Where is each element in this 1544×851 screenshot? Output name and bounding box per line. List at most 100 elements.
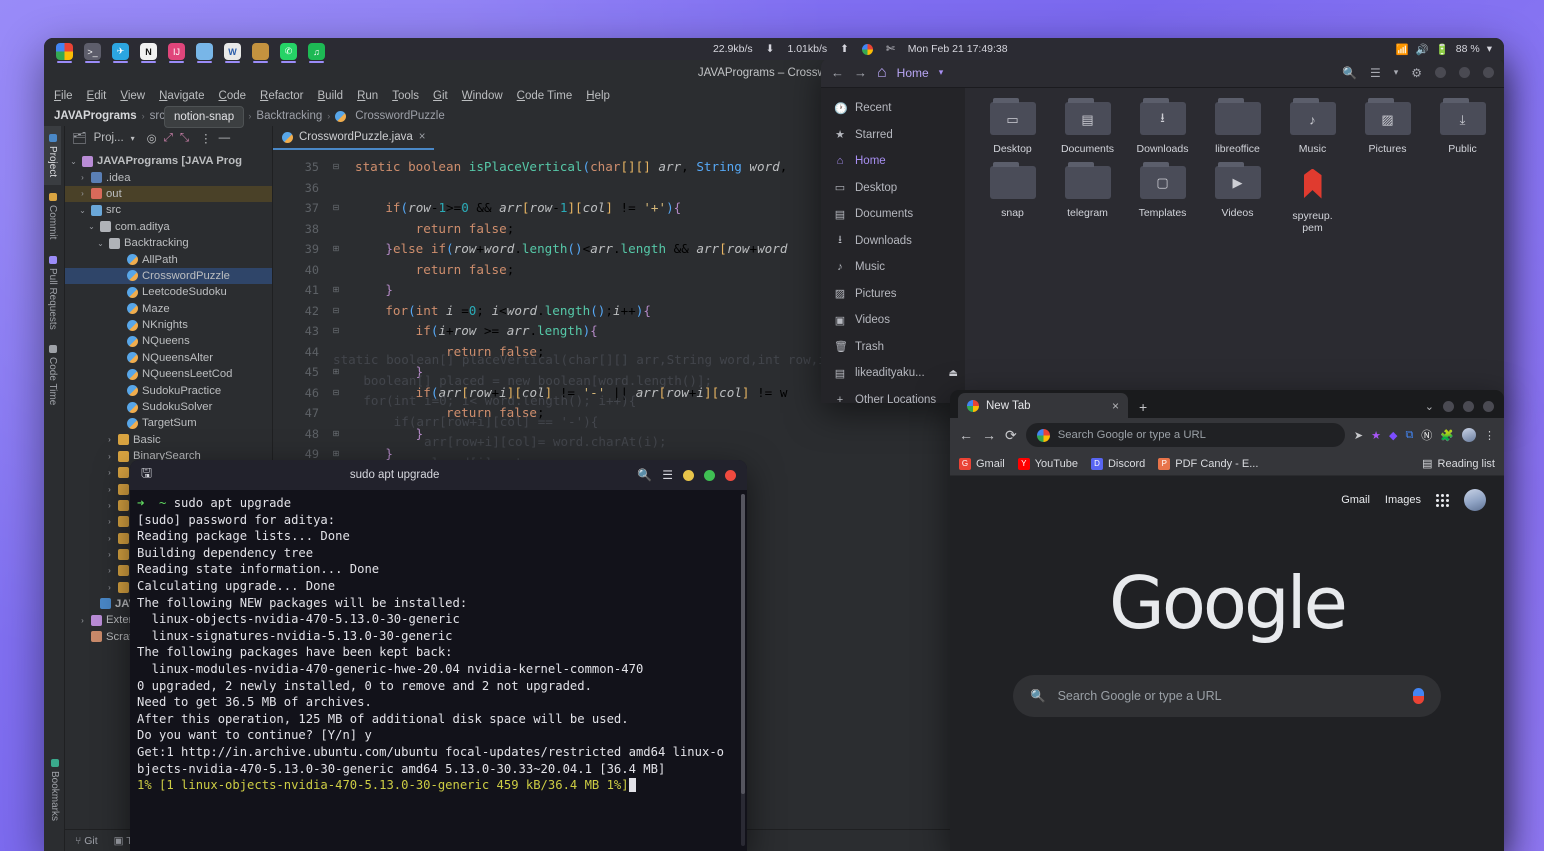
chevron-right-icon[interactable]: › [105, 485, 114, 494]
breadcrumb-item-backtracking[interactable]: Backtracking [256, 110, 322, 122]
fold-toggle-icon[interactable]: ⊞ [325, 280, 347, 301]
forward-icon[interactable]: → [982, 427, 996, 443]
sidebar-item-videos[interactable]: ▣Videos [821, 307, 965, 334]
save-icon[interactable]: 🖫 [141, 464, 152, 486]
bookmark-gmail[interactable]: GGmail [959, 458, 1005, 470]
battery-icon[interactable]: 🔋 [1436, 43, 1449, 56]
microphone-icon[interactable] [1413, 688, 1424, 704]
search-icon[interactable]: 🔍 [637, 468, 652, 482]
apps-grid-icon[interactable] [1436, 494, 1449, 507]
tree-item[interactable]: Maze [65, 301, 272, 317]
chevron-down-icon[interactable]: ▾ [939, 67, 944, 78]
chrome-icon[interactable] [56, 43, 73, 60]
search-icon[interactable]: 🔍 [1342, 66, 1357, 80]
wifi-icon[interactable]: 📶 [1396, 43, 1409, 56]
sidebar-item-recent[interactable]: 🕐Recent [821, 95, 965, 122]
github-desktop-icon[interactable] [252, 43, 269, 60]
reading-list-button[interactable]: ▤Reading list [1422, 457, 1495, 470]
tree-item[interactable]: AllPath [65, 251, 272, 267]
chevron-right-icon[interactable]: › [105, 435, 114, 444]
bookmarks-bar[interactable]: GGmailYYouTubeDDiscordPPDF Candy - E...▤… [950, 452, 1504, 476]
left-tool-strip[interactable]: ProjectCommitPull RequestsCode TimeBookm… [44, 126, 65, 851]
extension-translate-icon[interactable]: ⧉ [1405, 429, 1413, 442]
tab-crosswordpuzzle[interactable]: CrosswordPuzzle.java × [273, 126, 434, 150]
scissors-icon[interactable]: ✄ [886, 43, 895, 55]
minimize-button[interactable] [683, 470, 694, 481]
terminal-scrollbar[interactable] [741, 494, 745, 846]
preferences-icon[interactable]: ☰ [662, 468, 673, 482]
chevron-down-icon[interactable]: ▾ [1487, 43, 1492, 55]
sidebar-item-trash[interactable]: 🗑Trash [821, 334, 965, 361]
tree-item[interactable]: ›.idea [65, 169, 272, 185]
share-icon[interactable]: ➤ [1354, 429, 1363, 442]
sidebar-item-pictures[interactable]: ▨Pictures [821, 281, 965, 308]
close-button[interactable] [1483, 401, 1494, 412]
close-icon[interactable]: × [419, 131, 426, 143]
path-label[interactable]: Home [897, 66, 929, 80]
menu-navigate[interactable]: Navigate [159, 90, 204, 102]
reload-icon[interactable]: ⟳ [1005, 427, 1017, 444]
home-icon[interactable]: ⌂ [877, 64, 887, 82]
bookmark-star-icon[interactable]: ★ [1371, 429, 1381, 442]
expand-icon[interactable]: ⤢ [164, 132, 173, 145]
maximize-button[interactable] [1463, 401, 1474, 412]
tree-item[interactable]: SudokuPractice [65, 382, 272, 398]
menu-run[interactable]: Run [357, 90, 378, 102]
chevron-right-icon[interactable]: › [105, 550, 114, 559]
collapse-icon[interactable]: ⤡ [180, 132, 189, 145]
tool-tab-pull-requests[interactable]: Pull Requests [44, 248, 61, 338]
fold-toggle-icon[interactable]: ⊟ [325, 321, 347, 342]
tree-item[interactable]: NQueens [65, 333, 272, 349]
tree-item[interactable]: CrosswordPuzzle [65, 268, 272, 284]
telegram-icon[interactable]: ✈ [112, 43, 129, 60]
maximize-button[interactable] [1459, 67, 1470, 78]
intellij-idea-icon[interactable]: IJ [168, 43, 185, 60]
menu-icon[interactable]: ⚙ [1411, 66, 1422, 80]
fold-toggle-icon[interactable]: ⊟ [325, 157, 347, 178]
google-avatar[interactable] [1464, 489, 1486, 511]
link-gmail[interactable]: Gmail [1341, 494, 1370, 506]
tree-item[interactable]: ›Basic [65, 432, 272, 448]
notion-icon[interactable]: N [140, 43, 157, 60]
whatsapp-icon[interactable]: ✆ [280, 43, 297, 60]
bookmark-discord[interactable]: DDiscord [1091, 458, 1145, 470]
volume-icon[interactable]: 🔊 [1416, 43, 1429, 56]
maximize-button[interactable] [704, 470, 715, 481]
tree-item[interactable]: LeetcodeSudoku [65, 284, 272, 300]
chevron-right-icon[interactable]: › [105, 534, 114, 543]
sidebar-item-other-locations[interactable]: +Other Locations [821, 387, 965, 404]
chevron-right-icon[interactable]: › [105, 468, 114, 477]
chevron-right-icon[interactable]: › [78, 189, 87, 198]
files-grid[interactable]: ▭Desktop▤Documents⭳Downloadslibreoffice♪… [965, 88, 1504, 403]
chevron-down-icon[interactable]: ▾ [131, 134, 135, 143]
spotify-icon[interactable]: ♫ [308, 43, 325, 60]
extension-purple-icon[interactable]: ◆ [1389, 429, 1397, 442]
tree-item[interactable]: SudokuSolver [65, 399, 272, 415]
sidebar-item-music[interactable]: ♪Music [821, 254, 965, 281]
tool-tab-code-time[interactable]: Code Time [44, 337, 61, 413]
files-icon[interactable] [196, 43, 213, 60]
chevron-down-icon[interactable]: ⌄ [69, 157, 78, 166]
bookmark-youtube[interactable]: YYouTube [1018, 458, 1078, 470]
address-bar[interactable]: Search Google or type a URL [1026, 423, 1345, 447]
file-item[interactable]: ▶Videos [1200, 166, 1275, 235]
link-images[interactable]: Images [1385, 494, 1421, 506]
menu-refactor[interactable]: Refactor [260, 90, 303, 102]
terminal-icon[interactable]: >_ [84, 43, 101, 60]
tree-item[interactable]: ⌄com.aditya [65, 219, 272, 235]
close-button[interactable] [1483, 67, 1494, 78]
menu-help[interactable]: Help [586, 90, 610, 102]
project-panel-header[interactable]: 🗂 Proj... ▾ ◎ ⤢ ⤡ ⋮ — [65, 126, 272, 150]
google-search-box[interactable]: 🔍 Search Google or type a URL [1013, 675, 1441, 717]
libreoffice-writer-icon[interactable]: W [224, 43, 241, 60]
menu-git[interactable]: Git [433, 90, 448, 102]
extension-notion-icon[interactable]: Ⓝ [1421, 427, 1432, 443]
file-item[interactable]: snap [975, 166, 1050, 235]
chevron-down-icon[interactable]: ⌄ [96, 239, 105, 248]
file-item[interactable]: ⤓Public [1425, 102, 1500, 156]
menu-code[interactable]: Code [219, 90, 247, 102]
extensions-puzzle-icon[interactable]: 🧩 [1440, 429, 1454, 442]
file-item[interactable]: ⭳Downloads [1125, 102, 1200, 156]
chrome-menu-icon[interactable]: ⋮ [1484, 429, 1495, 442]
breadcrumb-item-javaprograms[interactable]: JAVAPrograms [54, 110, 137, 122]
